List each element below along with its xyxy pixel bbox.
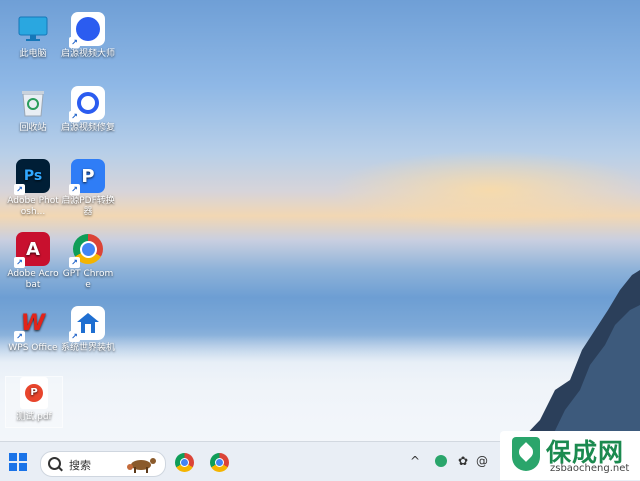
icon-label: 系统世界装机	[60, 343, 115, 353]
paw-icon[interactable]: ✿	[458, 454, 468, 468]
search-icon	[48, 457, 61, 470]
watermark-url: zsbaocheng.net	[550, 463, 630, 474]
recycle-bin-icon	[16, 86, 50, 120]
desktop-wallpaper	[0, 0, 640, 441]
icon-label: Adobe Photosh...	[7, 196, 59, 217]
watermark-logo: 保成网 zsbaocheng.net	[500, 431, 640, 480]
wps-icon: W ↗	[14, 306, 50, 342]
desktop-icon-acrobat[interactable]: A ↗ Adobe Acrobat	[5, 232, 61, 291]
at-icon[interactable]: @	[476, 454, 488, 468]
icon-label: 启源视频大师	[60, 49, 115, 59]
desktop-icon-video-master[interactable]: ↗ 启源视频大师	[60, 12, 116, 60]
search-input[interactable]: 搜索	[69, 457, 91, 473]
photoshop-icon: Ps ↗	[14, 159, 50, 195]
start-button[interactable]	[9, 453, 27, 471]
video-repair-icon: ↗	[69, 86, 105, 122]
desktop-icon-this-pc[interactable]: 此电脑	[5, 12, 61, 60]
icon-label: WPS Office	[8, 343, 58, 353]
chrome-icon: ↗	[69, 232, 105, 268]
desktop-icon-photoshop[interactable]: Ps ↗ Adobe Photosh...	[5, 159, 61, 218]
video-master-icon: ↗	[69, 12, 105, 48]
pdf-file-icon: P	[20, 377, 48, 409]
desktop-icon-recycle-bin[interactable]: 回收站	[5, 86, 61, 134]
desktop-icon-wps[interactable]: W ↗ WPS Office	[5, 306, 61, 354]
computer-icon	[16, 12, 50, 46]
acrobat-icon: A ↗	[14, 232, 50, 268]
shield-logo-icon	[512, 437, 540, 471]
taskbar-chrome-icon-2[interactable]	[210, 453, 229, 472]
desktop-icon-system-installer[interactable]: ↗ 系统世界装机	[60, 306, 116, 354]
desktop-icon-test-pdf[interactable]: P 测试.pdf	[5, 376, 63, 428]
pdf-converter-icon: P ↗	[69, 159, 105, 195]
icon-label: Adobe Acrobat	[7, 269, 59, 290]
icon-label: GPT Chrome	[62, 269, 114, 290]
icon-label: 此电脑	[19, 49, 47, 59]
chevron-up-icon[interactable]: ^	[410, 454, 420, 468]
icon-label: 回收站	[19, 123, 47, 133]
icon-label: 启源PDF转换器	[61, 196, 115, 217]
tray-app-icon[interactable]	[435, 455, 447, 467]
icon-label: 启源视频修复	[60, 123, 115, 133]
mountain-silhouette	[520, 270, 640, 441]
taskbar-chrome-icon[interactable]	[175, 453, 194, 472]
desktop-icon-video-repair[interactable]: ↗ 启源视频修复	[60, 86, 116, 134]
camel-icon	[127, 458, 156, 473]
desktop-icon-gpt-chrome[interactable]: ↗ GPT Chrome	[60, 232, 116, 291]
icon-label: 测试.pdf	[16, 412, 52, 422]
system-installer-icon: ↗	[69, 306, 105, 342]
desktop-icon-pdf-converter[interactable]: P ↗ 启源PDF转换器	[60, 159, 116, 218]
search-box[interactable]: 搜索	[40, 451, 166, 477]
